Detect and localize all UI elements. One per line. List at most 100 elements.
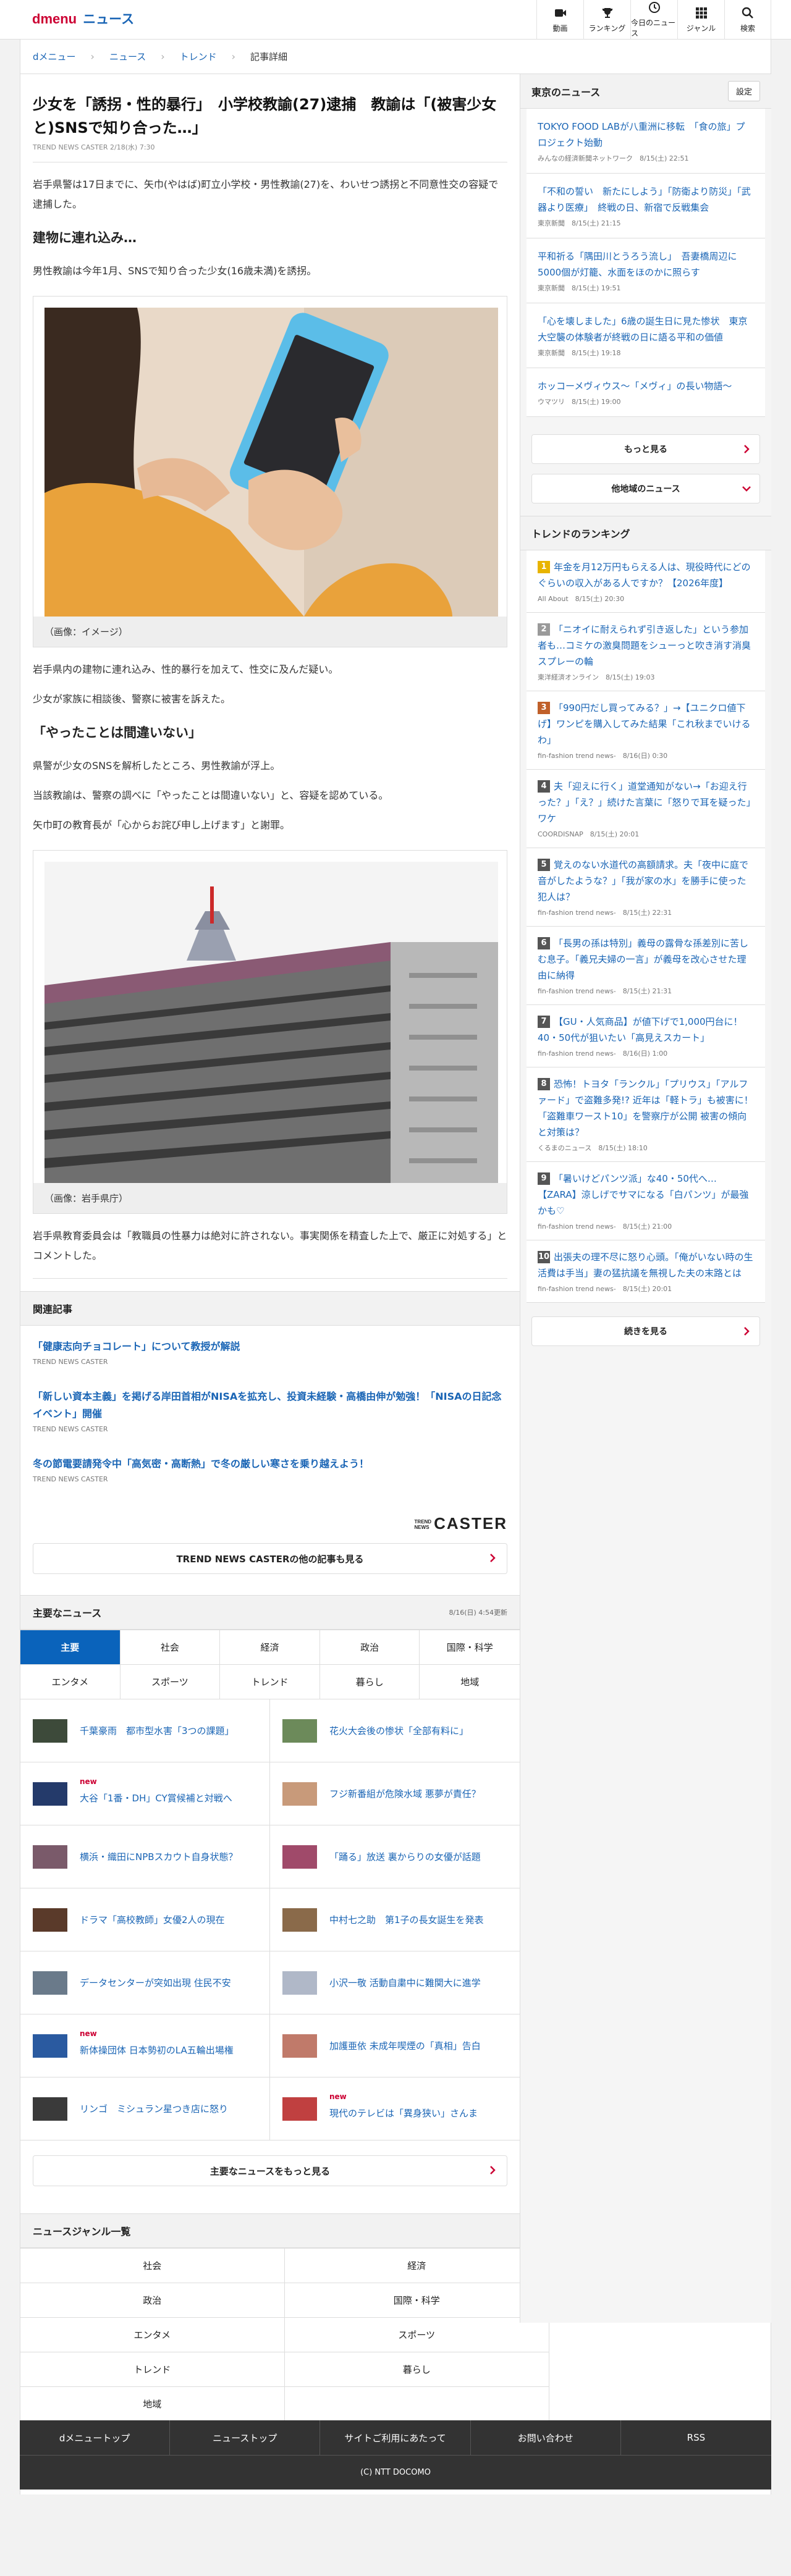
tokyo-news-item[interactable]: 「不和の誓い 新たにしよう」「防衛より防災」「武器より医療」 終戦の日、新宿で反… [527,174,765,238]
news-thumbnail[interactable] [282,2097,317,2121]
tokyo-news-link[interactable]: 「不和の誓い 新たにしよう」「防衛より防災」「武器より医療」 終戦の日、新宿で反… [538,183,754,216]
major-news-item[interactable]: 花火大会後の惨状「全部有料に」 [270,1699,520,1762]
nav-genre[interactable]: ジャンル [677,0,724,40]
news-logo[interactable]: ニュース [83,12,134,27]
tab-region[interactable]: 地域 [420,1665,520,1699]
related-item[interactable]: 冬の節電要請発令中「高気密・高断熱」で冬の厳しい寒さを乗り越えよう！ TREND… [20,1433,520,1483]
tokyo-news-item[interactable]: ホッコーメヴィウス～「メヴィ」の長い物語～ ウマツリ 8/15(土) 19:00 [527,368,765,417]
tokyo-news-item[interactable]: 「心を壊しました」6歳の誕生日に見た惨状 東京大空襲の体験者が終戦の日に語る平和… [527,303,765,368]
major-news-title[interactable]: 花火大会後の惨状「全部有料に」 [329,1724,468,1738]
ranking-item[interactable]: 6 「長男の孫は特別」義母の露骨な孫差別に苦しむ息子。「義兄夫婦の一言」が義母を改… [527,927,765,1005]
tokyo-news-link[interactable]: TOKYO FOOD LABが八重洲に移転 「食の旅」プロジェクト始動 [538,119,754,151]
ranking-link[interactable]: 覚えのない水道代の高額請求。夫「夜中に庭で音がしたような？」「我が家の水」を勝手… [538,859,748,903]
breadcrumb-label[interactable]: ニュース [109,50,146,63]
ranking-link[interactable]: 出張夫の理不尽に怒り心頭。「俺がいない時の生活費は手当」妻の猛抗議を無視した夫の… [538,1252,753,1279]
major-news-title[interactable]: 横浜・織田にNPBスカウト自身状態？ [80,1850,238,1864]
footer-link-contact[interactable]: お問い合わせ [471,2420,621,2455]
news-thumbnail[interactable] [282,1908,317,1932]
major-news-item[interactable]: 「踊る」放送 裏からりの女優が話題 [270,1825,520,1888]
major-news-title[interactable]: データセンターが突如出現 住民不安 [80,1976,231,1990]
ranking-link[interactable]: 「暑いけどパンツ派」な40・50代へ…【ZARA】涼しげでサマになる「白パンツ」… [538,1173,748,1216]
tokyo-news-link[interactable]: ホッコーメヴィウス～「メヴィ」の長い物語～ [538,378,754,394]
tokyo-news-item[interactable]: TOKYO FOOD LABが八重洲に移転 「食の旅」プロジェクト始動 みんなの経… [527,109,765,174]
ranking-item[interactable]: 8 恐怖！トヨタ「ランクル」「プリウス」「アルファード」で盗難多発!? 近年は「軽… [527,1067,765,1162]
genre-item[interactable]: 政治 [20,2283,285,2318]
major-news-title[interactable]: フジ新番組が危険水域 悪夢が責任？ [329,1787,481,1801]
major-news-item[interactable]: フジ新番組が危険水域 悪夢が責任？ [270,1762,520,1825]
news-thumbnail[interactable] [33,2097,67,2121]
breadcrumb-trend[interactable]: トレンド › [180,50,250,63]
caster-more-button[interactable]: TREND NEWS CASTERの他の記事も見る [33,1543,507,1574]
ranking-item[interactable]: 10 出張夫の理不尽に怒り心頭。「俺がいない時の生活費は手当」妻の猛抗議を無視した… [527,1240,765,1303]
news-thumbnail[interactable] [282,1719,317,1743]
genre-item[interactable]: 暮らし [284,2352,549,2387]
major-news-title[interactable]: リンゴ ミシュラン星つき店に怒り [80,2102,228,2116]
major-more-button[interactable]: 主要なニュースをもっと見る [33,2155,507,2186]
news-thumbnail[interactable] [33,1971,67,1995]
ranking-link[interactable]: 「990円だし買ってみる？」→【ユニクロ値下げ】ワンピを購入してみた結果「これ秋… [538,702,751,746]
tab-trend[interactable]: トレンド [220,1665,320,1699]
related-item[interactable]: 「新しい資本主義」を掲げる岸田首相がNISAを拡充し、投資未経験・高橋由伸が勉強… [20,1366,520,1433]
major-news-item[interactable]: new 大谷「1番・DH」CY賞候補と対戦へ [20,1762,270,1825]
news-thumbnail[interactable] [33,1782,67,1806]
tab-society[interactable]: 社会 [120,1630,221,1665]
related-link[interactable]: 「新しい資本主義」を掲げる岸田首相がNISAを拡充し、投資未経験・高橋由伸が勉強… [33,1391,502,1420]
tab-economy[interactable]: 経済 [220,1630,320,1665]
major-news-item[interactable]: 横浜・織田にNPBスカウト自身状態？ [20,1825,270,1888]
breadcrumb-news[interactable]: ニュース › [109,50,180,63]
news-thumbnail[interactable] [282,2034,317,2058]
tokyo-more-button[interactable]: もっと見る [531,434,760,464]
ranking-link[interactable]: 夫「迎えに行く」道堂通知がない→「お迎え行った？」「え？」続けた言葉に「怒りで耳… [538,781,751,824]
ranking-item[interactable]: 9 「暑いけどパンツ派」な40・50代へ…【ZARA】涼しげでサマになる「白パンツ… [527,1162,765,1240]
news-thumbnail[interactable] [33,1719,67,1743]
major-news-title[interactable]: 小沢一敬 活動自粛中に難関大に進学 [329,1976,481,1990]
tab-entertainment[interactable]: エンタメ [20,1665,121,1699]
nav-today[interactable]: 今日のニュース [630,0,677,40]
footer-link-terms[interactable]: サイトご利用にあたって [320,2420,471,2455]
major-news-item[interactable]: 中村七之助 第1子の長女誕生を発表 [270,1888,520,1951]
tokyo-news-link[interactable]: 「心を壊しました」6歳の誕生日に見た惨状 東京大空襲の体験者が終戦の日に語る平和… [538,313,754,345]
major-news-title[interactable]: 加護亜依 未成年喫煙の「真相」告白 [329,2039,481,2053]
tokyo-news-item[interactable]: 平和祈る「隅田川とうろう流し」 吾妻橋周辺に5000個が灯籠、水面をほのかに照ら… [527,238,765,303]
ranking-link[interactable]: 年金を月12万円もらえる人は、現役時代にどのぐらいの収入がある人ですか？【202… [538,562,751,589]
news-thumbnail[interactable] [33,2034,67,2058]
tab-international[interactable]: 国際・科学 [420,1630,520,1665]
major-news-title[interactable]: 中村七之助 第1子の長女誕生を発表 [329,1913,484,1927]
major-news-item[interactable]: データセンターが突如出現 住民不安 [20,1951,270,2014]
ranking-item[interactable]: 7 【GU・人気商品】が値下げで1,000円台に！40・50代が狙いたい「高見えス… [527,1005,765,1067]
dmenu-logo[interactable]: dmenu [32,11,77,27]
news-thumbnail[interactable] [282,1782,317,1806]
tab-sports[interactable]: スポーツ [120,1665,221,1699]
news-thumbnail[interactable] [282,1845,317,1869]
logo[interactable]: dmenu ニュース [32,11,134,28]
major-news-title[interactable]: 「踊る」放送 裏からりの女優が話題 [329,1850,481,1864]
major-news-title[interactable]: 千葉豪雨 都市型水害「3つの課題」 [80,1724,234,1738]
other-region-button[interactable]: 他地域のニュース [531,474,760,503]
major-news-item[interactable]: 加護亜依 未成年喫煙の「真相」告白 [270,2014,520,2077]
tokyo-news-link[interactable]: 平和祈る「隅田川とうろう流し」 吾妻橋周辺に5000個が灯籠、水面をほのかに照ら… [538,248,754,280]
ranking-link[interactable]: 恐怖！トヨタ「ランクル」「プリウス」「アルファード」で盗難多発!? 近年は「軽ト… [538,1079,753,1138]
major-news-item[interactable]: 小沢一敬 活動自粛中に難関大に進学 [270,1951,520,2014]
major-news-item[interactable]: 千葉豪雨 都市型水害「3つの課題」 [20,1699,270,1762]
genre-item[interactable]: 地域 [20,2387,285,2422]
news-thumbnail[interactable] [282,1971,317,1995]
ranking-item[interactable]: 2 「ニオイに耐えられず引き返した」という参加者も…コミケの激臭問題をシューっと吹… [527,613,765,691]
ranking-item[interactable]: 3 「990円だし買ってみる？」→【ユニクロ値下げ】ワンピを購入してみた結果「これ… [527,691,765,770]
news-thumbnail[interactable] [33,1908,67,1932]
footer-link-rss[interactable]: RSS [621,2420,771,2455]
ranking-more-button[interactable]: 続きを見る [531,1316,760,1346]
breadcrumb-dmenu[interactable]: dメニュー › [33,50,109,63]
tab-main[interactable]: 主要 [20,1630,121,1665]
breadcrumb-label[interactable]: dメニュー [33,50,76,63]
major-news-item[interactable]: new 現代のテレビは「異身狭い」さんま [270,2077,520,2140]
footer-link-dmenu-top[interactable]: dメニュートップ [20,2420,171,2455]
nav-search[interactable]: 検索 [724,0,771,40]
ranking-link[interactable]: 「長男の孫は特別」義母の露骨な孫差別に苦しむ息子。「義兄夫婦の一言」が義母を改心… [538,938,748,981]
major-news-title[interactable]: ドラマ「高校教師」女優2人の現在 [80,1913,225,1927]
footer-link-news-top[interactable]: ニューストップ [170,2420,321,2455]
major-news-item[interactable]: new 新体操団体 日本勢初のLA五輪出場権 [20,2014,270,2077]
major-news-item[interactable]: リンゴ ミシュラン星つき店に怒り [20,2077,270,2140]
tab-politics[interactable]: 政治 [319,1630,420,1665]
genre-item[interactable]: エンタメ [20,2318,285,2352]
related-link[interactable]: 「健康志向チョコレート」について教授が解説 [33,1341,240,1352]
